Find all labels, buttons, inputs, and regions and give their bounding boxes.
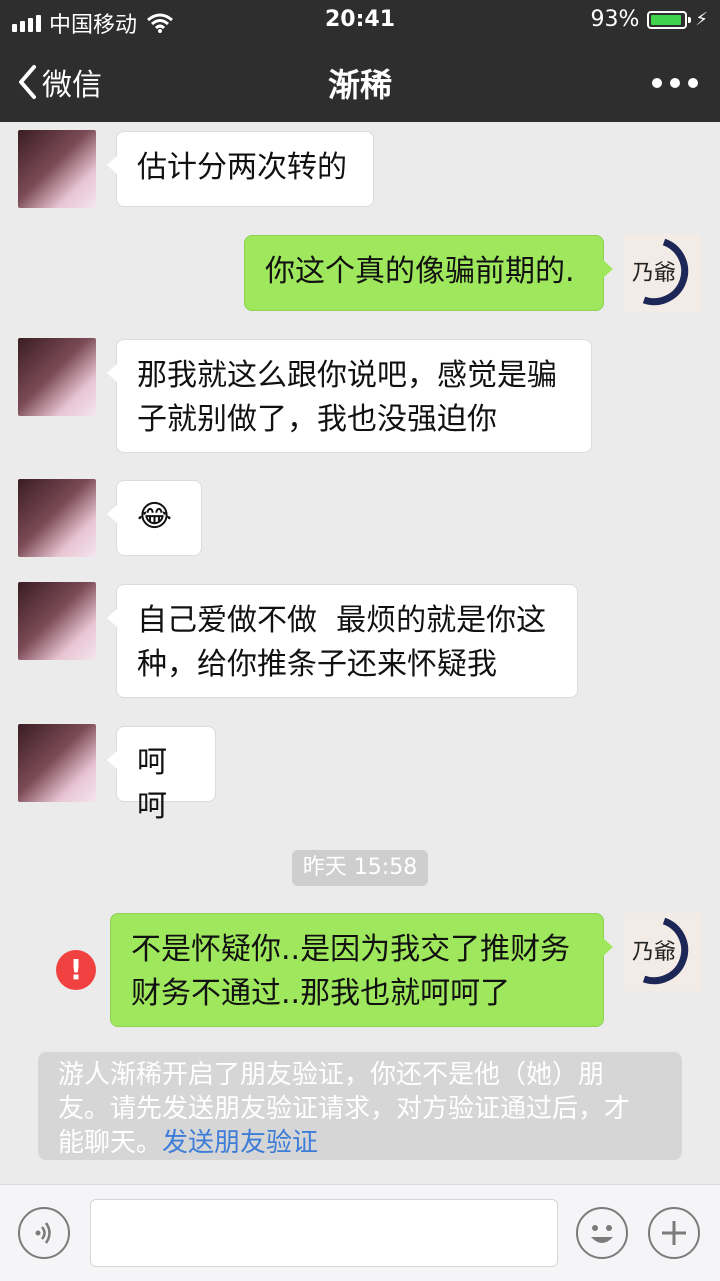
- friend-verification-notice: 游人渐稀开启了朋友验证，你还不是他（她）朋 友。请先发送朋友验证请求，对方验证通…: [38, 1052, 682, 1160]
- more-actions-button[interactable]: [648, 1207, 700, 1259]
- message-text-line: 不是怀疑你..是因为我交了推财务: [131, 932, 571, 967]
- self-avatar-logo: 乃爺: [632, 238, 689, 306]
- status-bar: 中国移动 20:41 93% ⚡: [0, 0, 720, 40]
- message-bubble-in[interactable]: 估计分两次转的: [107, 131, 374, 207]
- battery-percent: 93%: [590, 7, 640, 32]
- send-verification-link[interactable]: 发送朋友验证: [162, 1128, 318, 1158]
- more-icon[interactable]: [652, 78, 698, 88]
- message-text-line: 财务不通过..那我也就呵呵了: [131, 976, 511, 1011]
- contact-avatar[interactable]: [18, 338, 96, 416]
- notice-line: 游人渐稀开启了朋友验证，你还不是他（她）朋: [58, 1060, 605, 1090]
- message-text: 你这个真的像骗前期的.: [265, 254, 575, 289]
- notice-line: 能聊天。发送朋友验证: [58, 1128, 319, 1158]
- emoji-button[interactable]: [576, 1207, 628, 1259]
- emoji-laugh-icon: 😂: [137, 499, 173, 534]
- input-bar: [0, 1184, 720, 1281]
- self-avatar[interactable]: 乃爺: [624, 913, 702, 991]
- error-icon[interactable]: !: [56, 950, 96, 990]
- self-avatar-logo: 乃爺: [632, 917, 689, 985]
- contact-avatar[interactable]: [18, 130, 96, 208]
- chat-title: 渐稀: [327, 66, 392, 104]
- message-text: 估计分两次转的: [137, 150, 347, 185]
- message-bubble-in[interactable]: 😂: [107, 480, 202, 556]
- message-text-line: 那我就这么跟你说吧，感觉是骗: [137, 358, 557, 393]
- timestamp-chip: 昨天 15:58: [292, 850, 428, 886]
- notice-line: 友。请先发送朋友验证请求，对方验证通过后，才: [58, 1094, 631, 1124]
- message-bubble-out[interactable]: 不是怀疑你..是因为我交了推财务 财务不通过..那我也就呵呵了: [110, 913, 613, 1027]
- message-text-line: 自己爱做不做 最烦的就是你这: [137, 603, 547, 638]
- contact-avatar[interactable]: [18, 582, 96, 660]
- plus-icon: [662, 1221, 686, 1245]
- contact-avatar[interactable]: [18, 479, 96, 557]
- chat-header: 微信 渐稀: [0, 40, 720, 122]
- message-text-line: 种，给你推条子还来怀疑我: [137, 647, 497, 682]
- svg-text:乃爺: 乃爺: [632, 940, 676, 965]
- message-input[interactable]: [90, 1199, 558, 1267]
- charging-icon: ⚡: [695, 9, 708, 30]
- message-bubble-out[interactable]: 你这个真的像骗前期的.: [244, 235, 613, 311]
- emoji-icon: [591, 1225, 613, 1243]
- self-avatar[interactable]: 乃爺: [624, 234, 702, 312]
- voice-button[interactable]: [18, 1207, 70, 1259]
- message-bubble-in[interactable]: 呵呵: [107, 726, 216, 824]
- battery-icon: [647, 10, 692, 29]
- message-text: 呵呵: [137, 745, 167, 824]
- message-text-line: 子就别做了，我也没强迫你: [137, 402, 497, 437]
- voice-icon: [35, 1222, 51, 1244]
- message-bubble-in[interactable]: 那我就这么跟你说吧，感觉是骗 子就别做了，我也没强迫你: [107, 339, 592, 453]
- message-bubble-in[interactable]: 自己爱做不做 最烦的就是你这 种，给你推条子还来怀疑我: [107, 584, 578, 698]
- svg-text:乃爺: 乃爺: [632, 261, 676, 286]
- contact-avatar[interactable]: [18, 724, 96, 802]
